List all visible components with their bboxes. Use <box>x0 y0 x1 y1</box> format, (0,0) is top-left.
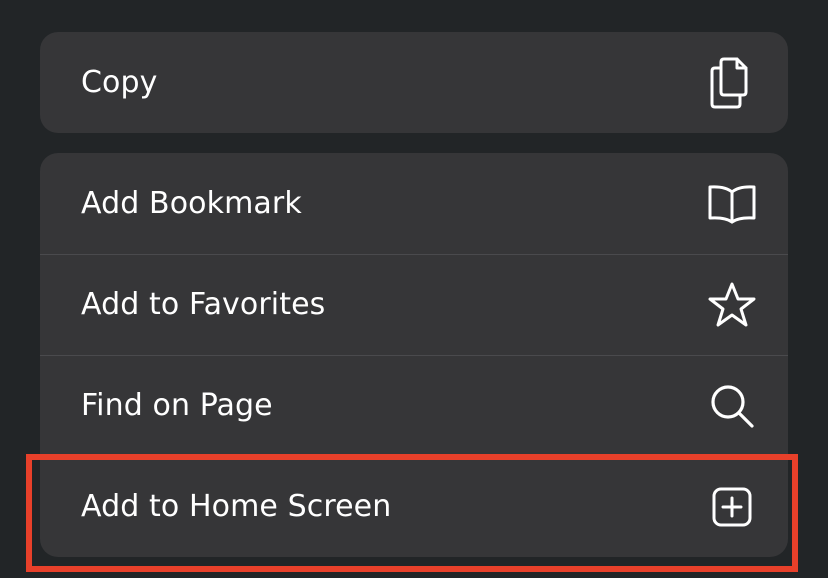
menu-group-main: Add Bookmark Add to Favorites Find on Pa… <box>40 153 788 557</box>
search-icon <box>706 380 758 432</box>
plus-square-icon <box>706 481 758 533</box>
menu-item-copy[interactable]: Copy <box>40 32 788 133</box>
menu-item-add-to-favorites[interactable]: Add to Favorites <box>40 254 788 355</box>
menu-item-add-bookmark[interactable]: Add Bookmark <box>40 153 788 254</box>
copy-icon <box>706 57 758 109</box>
share-menu-screen: Copy Add Bookmark Add to Favorites Find … <box>0 0 828 578</box>
menu-item-add-to-home-screen[interactable]: Add to Home Screen <box>40 456 788 557</box>
menu-item-label: Copy <box>81 65 158 100</box>
menu-group-copy: Copy <box>40 32 788 133</box>
book-icon <box>706 178 758 230</box>
menu-item-label: Find on Page <box>81 388 273 423</box>
menu-item-label: Add to Home Screen <box>81 489 392 524</box>
star-icon <box>706 279 758 331</box>
menu-item-label: Add to Favorites <box>81 287 326 322</box>
menu-item-label: Add Bookmark <box>81 186 302 221</box>
menu-item-find-on-page[interactable]: Find on Page <box>40 355 788 456</box>
